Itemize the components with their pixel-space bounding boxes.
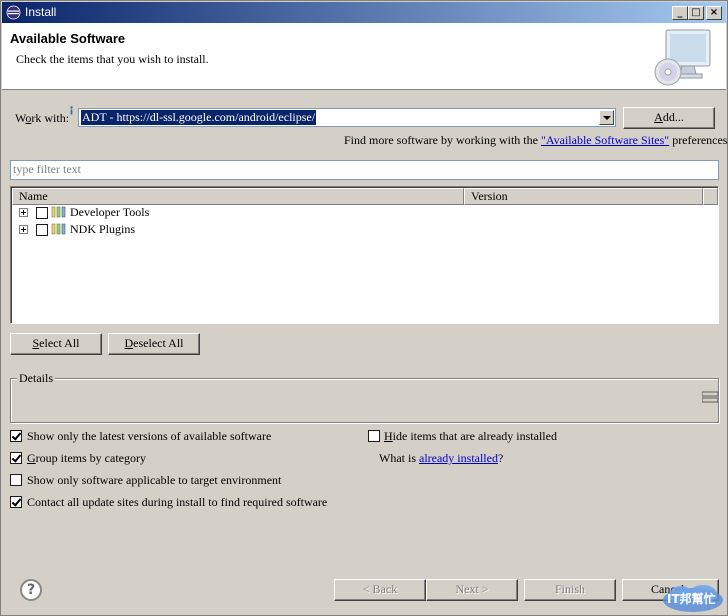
expand-plus-icon[interactable] [19,208,28,217]
next-button[interactable]: Next > [426,579,518,601]
work-with-label: Work with: [15,111,69,126]
expand-plus-icon[interactable] [19,225,28,234]
chevron-down-icon[interactable] [599,110,614,125]
contact-update-sites-checkbox[interactable] [10,496,22,508]
add-mnemonic: A [654,110,663,124]
watermark-text: IT邦幫忙 [667,592,716,606]
work-with-label-part: rk with: [31,111,70,125]
target-environment-label[interactable]: Show only software applicable to target … [27,473,281,488]
find-more-prefix: Find more software by working with the [344,133,538,147]
contact-update-sites-text: Contact all update sites during install … [27,495,328,509]
row-checkbox[interactable] [36,207,48,219]
select-all-label: elect All [39,336,80,350]
back-button[interactable]: < Back [334,579,426,601]
what-is-prefix: What is [379,451,416,465]
latest-versions-text: Show only the latest versions of availab… [27,429,272,443]
details-sash-icon[interactable] [702,391,718,403]
minimize-button[interactable]: _ [672,6,688,20]
close-icon: × [709,7,719,18]
info-icon [70,106,73,115]
deselect-all-label: eselect All [133,336,184,350]
contact-update-sites-label[interactable]: Contact all update sites during install … [27,495,327,510]
hide-installed-text: ide items that are already installed [392,429,557,443]
work-with-label-part: W [15,111,26,125]
eclipse-app-icon [6,5,21,20]
tree-row-label: NDK Plugins [70,222,136,236]
page-description: Check the items that you wish to install… [16,52,209,66]
help-icon[interactable]: ? [20,579,42,601]
deselect-all-mnemonic: D [124,336,134,350]
group-by-category-checkbox[interactable] [10,452,22,464]
what-is-suffix: ? [497,451,504,465]
software-tree-table[interactable]: Name Version Developer Tools NDK Plugins [10,186,719,324]
wizard-header: Available Software Check the items that … [2,23,726,90]
ithome-watermark-logo: IT邦幫忙 [661,583,725,613]
install-dialog: Install _ □ × Available Software Check t… [0,0,728,616]
maximize-icon: □ [691,7,701,18]
details-group: Details [10,371,719,423]
details-legend: Details [17,371,55,386]
add-label: dd... [662,110,684,124]
maximize-button[interactable]: □ [688,6,704,20]
filter-input[interactable]: type filter text [10,160,719,180]
target-environment-checkbox[interactable] [10,474,22,486]
window-title: Install [25,5,57,19]
what-is-installed-text: What is already installed? [379,451,503,466]
column-header-version[interactable]: Version [464,188,703,205]
hide-installed-mnemonic: H [384,429,393,443]
feature-group-icon [51,223,66,235]
row-checkbox[interactable] [36,224,48,236]
target-environment-text: Show only software applicable to target … [27,473,282,487]
deselect-all-button[interactable]: Deselect All [108,333,200,355]
hide-installed-label[interactable]: Hide items that are already installed [384,429,557,444]
already-installed-link[interactable]: already installed [419,451,498,465]
latest-versions-checkbox[interactable] [10,430,22,442]
feature-group-icon [51,206,66,218]
latest-versions-label[interactable]: Show only the latest versions of availab… [27,429,271,444]
select-all-button[interactable]: Select All [10,333,102,355]
work-with-value[interactable]: ADT - https://dl-ssl.google.com/android/… [81,110,317,125]
group-by-category-mnemonic: G [27,451,36,465]
minimize-icon: _ [677,7,683,18]
group-by-category-label[interactable]: Group items by category [27,451,146,466]
find-more-suffix: preferences. [672,133,728,147]
tree-row-label: Developer Tools [70,205,150,219]
install-monitor-cd-icon [654,29,711,86]
column-header-filler [703,188,718,205]
group-by-category-text: roup items by category [35,451,146,465]
column-header-name[interactable]: Name [12,188,464,205]
find-more-software-text: Find more software by working with the "… [344,133,728,148]
finish-button[interactable]: Finish [524,579,616,601]
hide-installed-checkbox[interactable] [368,430,380,442]
title-bar[interactable]: Install _ □ × [2,2,726,23]
available-software-sites-link[interactable]: "Available Software Sites" [541,133,669,147]
work-with-combo[interactable]: ADT - https://dl-ssl.google.com/android/… [78,108,616,127]
close-button[interactable]: × [706,6,722,20]
page-title: Available Software [10,31,126,46]
add-site-button[interactable]: Add... [623,107,715,129]
